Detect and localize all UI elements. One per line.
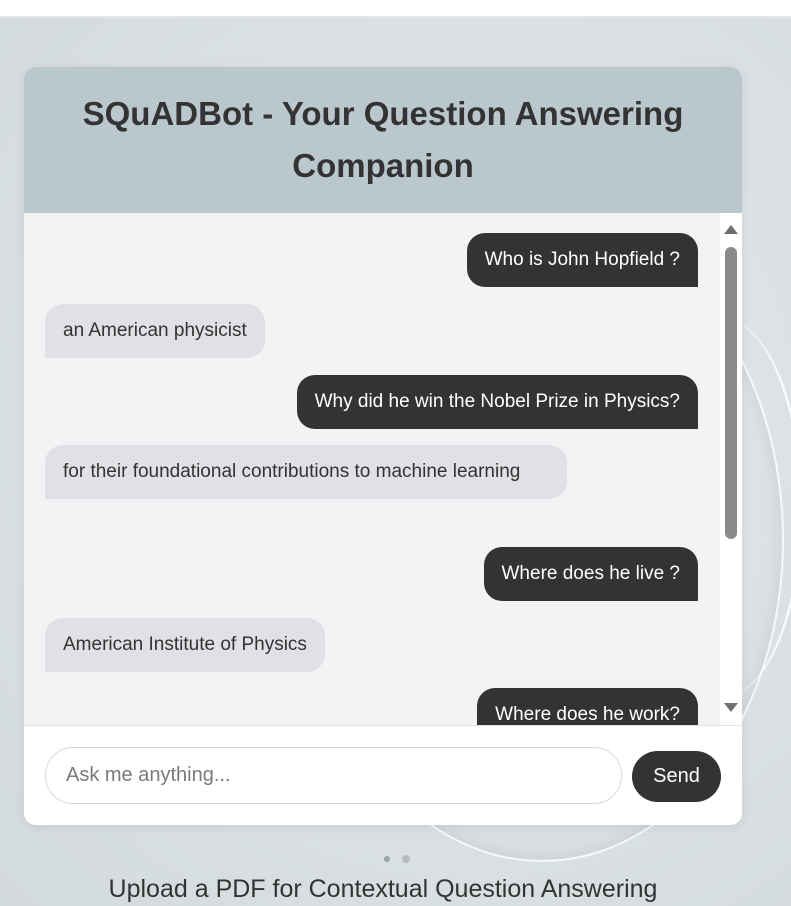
bot-message: American Institute of Physics — [45, 618, 325, 672]
browser-top-strip — [0, 0, 791, 18]
chat-messages-area[interactable]: Who is John Hopfield ? an American physi… — [24, 213, 742, 725]
user-message: Who is John Hopfield ? — [466, 233, 698, 287]
chat-container: SQuADBot - Your Question Answering Compa… — [24, 67, 742, 825]
scroll-up-arrow-icon[interactable] — [724, 225, 738, 234]
background-droplet — [384, 856, 390, 862]
upload-section-title: Upload a PDF for Contextual Question Ans… — [108, 875, 658, 903]
user-message: Where does he live ? — [483, 547, 698, 601]
page-title: SQuADBot - Your Question Answering Compa… — [82, 95, 684, 184]
message-list: Who is John Hopfield ? an American physi… — [24, 213, 720, 725]
scrollbar-thumb[interactable] — [725, 247, 737, 539]
background-droplet — [402, 855, 410, 863]
chat-input[interactable] — [45, 747, 622, 804]
chat-input-area: Send — [24, 725, 742, 825]
user-message: Where does he work? — [477, 688, 698, 725]
bot-message: for their foundational contributions to … — [45, 445, 567, 499]
chat-header: SQuADBot - Your Question Answering Compa… — [24, 67, 742, 213]
bot-message: an American physicist — [45, 304, 265, 358]
messages-scrollbar[interactable] — [720, 213, 742, 725]
scroll-down-arrow-icon[interactable] — [724, 703, 738, 712]
user-message: Why did he win the Nobel Prize in Physic… — [296, 375, 698, 429]
send-button[interactable]: Send — [632, 751, 721, 802]
